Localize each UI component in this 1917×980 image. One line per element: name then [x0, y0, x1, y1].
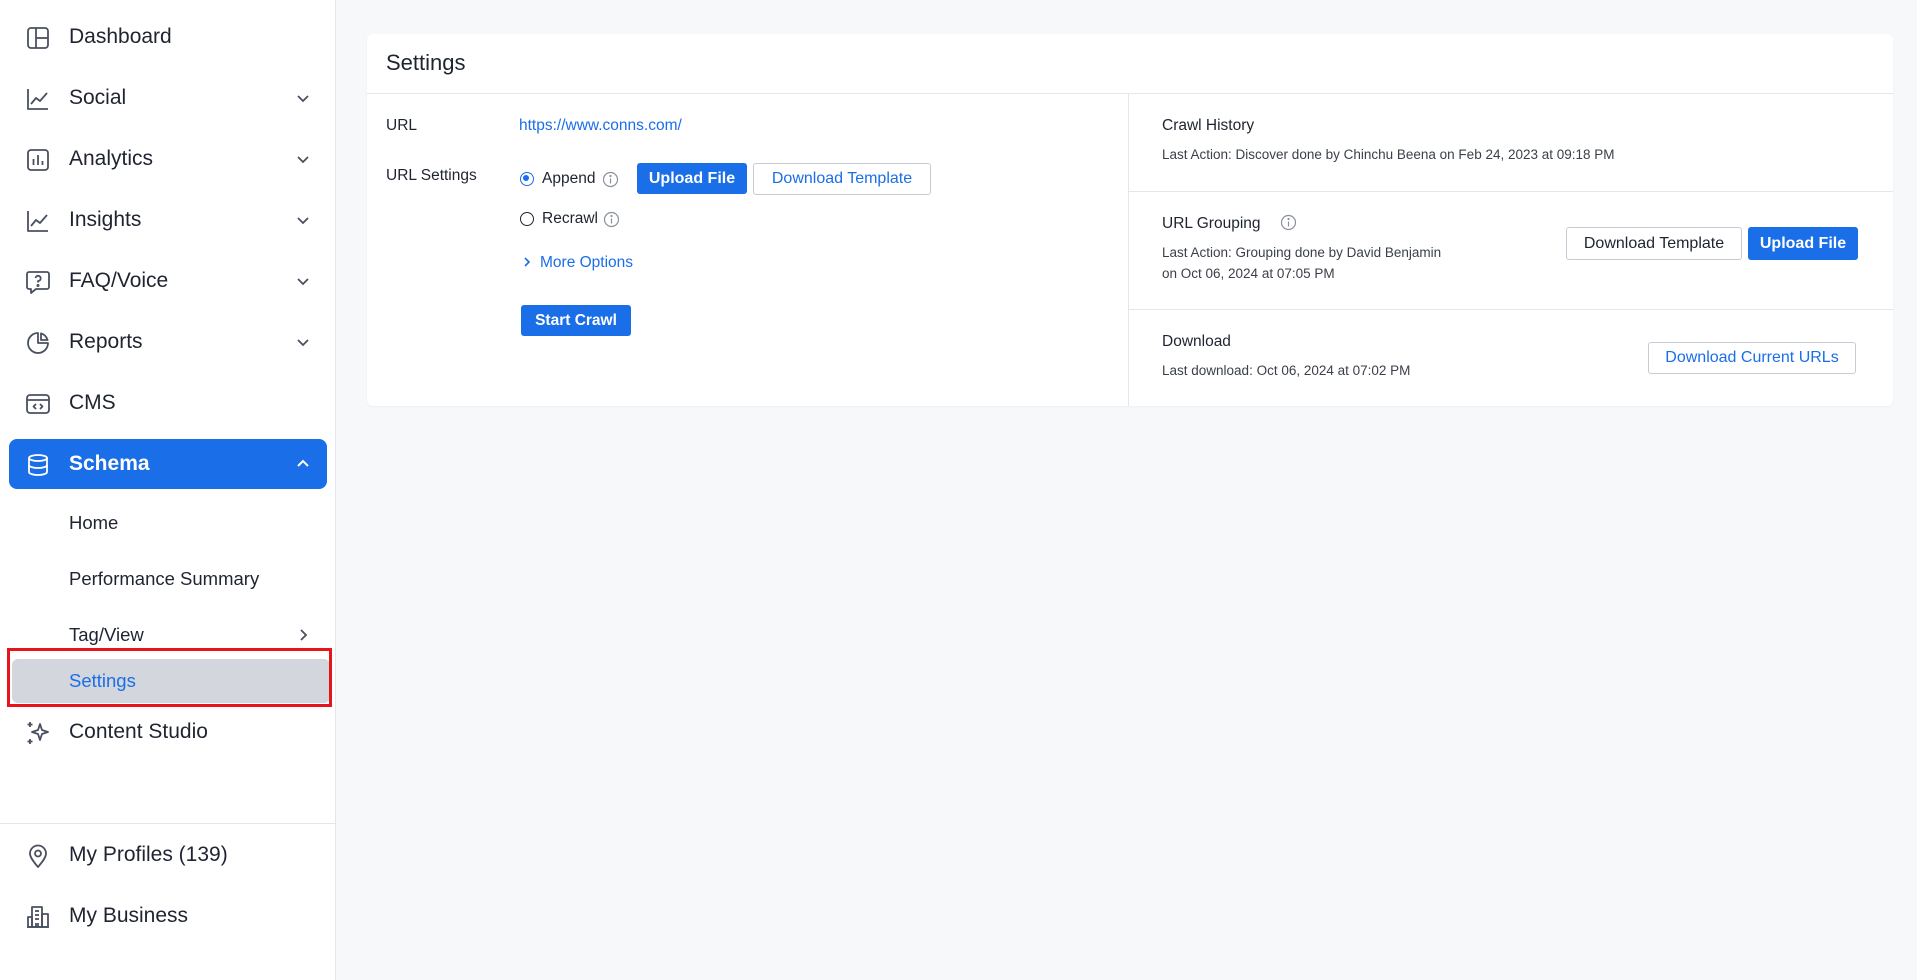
nav-my-business[interactable]: My Business — [9, 891, 327, 941]
page-title: Settings — [386, 50, 466, 75]
sidebar: Dashboard Social Analytics Insights FAQ/… — [0, 0, 336, 980]
url-grouping-title: URL Grouping — [1162, 215, 1261, 232]
recrawl-label: Recrawl — [542, 210, 598, 227]
download-current-urls-button[interactable]: Download Current URLs — [1648, 342, 1856, 374]
grouping-download-template-button[interactable]: Download Template — [1566, 227, 1742, 260]
upload-file-button[interactable]: Upload File — [637, 163, 747, 194]
line-chart-icon — [25, 86, 51, 112]
chevron-down-icon — [297, 339, 309, 347]
append-label: Append — [542, 170, 596, 187]
append-radio[interactable] — [520, 172, 534, 186]
nav-cms[interactable]: CMS — [9, 378, 327, 428]
nav-label: My Business — [69, 904, 189, 927]
question-bubble-icon — [25, 269, 51, 295]
nav-label: Insights — [69, 208, 142, 231]
chevron-up-icon — [297, 459, 309, 467]
location-pin-icon — [25, 843, 51, 869]
chevron-down-icon — [297, 217, 309, 225]
nav-analytics[interactable]: Analytics — [9, 134, 327, 184]
grouping-upload-file-button[interactable]: Upload File — [1748, 227, 1858, 260]
settings-card: Settings URL https://www.conns.com/ URL … — [367, 34, 1893, 406]
schema-sub-home[interactable]: Home — [9, 501, 327, 545]
start-crawl-button[interactable]: Start Crawl — [521, 305, 631, 336]
chevron-right-icon — [524, 257, 531, 267]
sub-item-label: Settings — [69, 670, 136, 691]
download-template-button[interactable]: Download Template — [753, 163, 931, 195]
nav-label: Schema — [69, 452, 150, 475]
dashboard-icon — [25, 25, 51, 51]
nav-reports[interactable]: Reports — [9, 317, 327, 367]
more-options-link[interactable]: More Options — [540, 254, 633, 272]
database-icon — [25, 452, 51, 478]
nav-label: Social — [69, 86, 127, 109]
info-icon — [1280, 214, 1297, 231]
chevron-right-icon — [300, 629, 308, 641]
nav-label: Analytics — [69, 147, 154, 170]
sparkle-icon — [25, 720, 51, 746]
sub-item-label: Tag/View — [69, 624, 144, 645]
sub-item-label: Performance Summary — [69, 568, 260, 589]
nav-social[interactable]: Social — [9, 73, 327, 123]
nav-my-profiles[interactable]: My Profiles (139) — [9, 830, 327, 880]
url-link[interactable]: https://www.conns.com/ — [519, 117, 682, 135]
recrawl-radio[interactable] — [520, 212, 534, 226]
sidebar-divider — [0, 823, 336, 824]
schema-sub-performance-summary[interactable]: Performance Summary — [9, 557, 327, 601]
line-chart-icon — [25, 208, 51, 234]
nav-label: Content Studio — [69, 720, 208, 743]
pie-chart-icon — [25, 330, 51, 356]
nav-content-studio[interactable]: Content Studio — [9, 707, 327, 757]
nav-label: Dashboard — [69, 25, 172, 48]
building-icon — [25, 904, 51, 930]
chevron-down-icon — [297, 156, 309, 164]
sub-item-label: Home — [69, 512, 119, 533]
url-label: URL — [386, 117, 418, 134]
row-divider — [1129, 191, 1893, 192]
nav-label: Reports — [69, 330, 143, 353]
crawl-history-text: Last Action: Discover done by Chinchu Be… — [1162, 147, 1615, 162]
url-settings-label: URL Settings — [386, 167, 477, 184]
download-text: Last download: Oct 06, 2024 at 07:02 PM — [1162, 363, 1411, 378]
nav-label: CMS — [69, 391, 116, 414]
nav-dashboard[interactable]: Dashboard — [9, 12, 327, 62]
nav-faq-voice[interactable]: FAQ/Voice — [9, 256, 327, 306]
schema-sub-settings[interactable]: Settings — [12, 659, 330, 703]
crawl-history-title: Crawl History — [1162, 117, 1255, 134]
chevron-down-icon — [297, 278, 309, 286]
card-divider — [1128, 94, 1129, 406]
schema-sub-tag-view[interactable]: Tag/View — [9, 613, 327, 657]
nav-label: FAQ/Voice — [69, 269, 169, 292]
card-divider — [367, 93, 1893, 94]
nav-schema[interactable]: Schema — [9, 439, 327, 489]
url-grouping-text-line1: Last Action: Grouping done by David Benj… — [1162, 245, 1442, 260]
nav-insights[interactable]: Insights — [9, 195, 327, 245]
bar-chart-icon — [25, 147, 51, 173]
info-icon — [602, 171, 619, 188]
url-grouping-text-line2: on Oct 06, 2024 at 07:05 PM — [1162, 266, 1335, 281]
code-window-icon — [25, 391, 51, 417]
row-divider — [1129, 309, 1893, 310]
nav-label: My Profiles (139) — [69, 843, 228, 866]
info-icon — [603, 211, 620, 228]
download-title: Download — [1162, 333, 1231, 350]
chevron-down-icon — [297, 95, 309, 103]
